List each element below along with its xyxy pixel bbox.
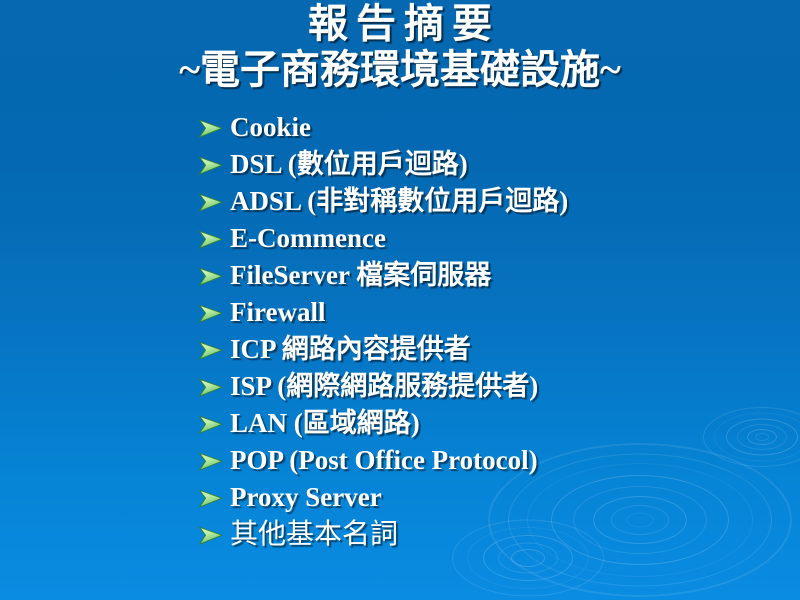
bullet-list: Cookie DSL (數位用戶迴路) ADSL (非對稱數位用戶迴路) E-C…	[196, 112, 796, 556]
list-item-label: ISP (網際網路服務提供者)	[230, 371, 539, 401]
list-item[interactable]: POP (Post Office Protocol)	[196, 445, 796, 482]
list-item[interactable]: Proxy Server	[196, 482, 796, 519]
arrow-bullet-icon	[196, 482, 230, 512]
list-item-label: Firewall	[230, 297, 326, 327]
list-item[interactable]: DSL (數位用戶迴路)	[196, 149, 796, 186]
list-item[interactable]: Cookie	[196, 112, 796, 149]
arrow-bullet-icon	[196, 334, 230, 364]
arrow-bullet-icon	[196, 149, 230, 179]
list-item-label: DSL (數位用戶迴路)	[230, 149, 468, 179]
list-item-label: ADSL (非對稱數位用戶迴路)	[230, 186, 569, 216]
list-item[interactable]: Firewall	[196, 297, 796, 334]
list-item[interactable]: LAN (區域網路)	[196, 408, 796, 445]
list-item-label: ICP 網路內容提供者	[230, 334, 471, 364]
list-item[interactable]: ADSL (非對稱數位用戶迴路)	[196, 186, 796, 223]
list-item-label: Proxy Server	[230, 482, 382, 512]
list-item-label: FileServer 檔案伺服器	[230, 260, 492, 290]
arrow-bullet-icon	[196, 112, 230, 142]
list-item-label: E-Commence	[230, 223, 386, 253]
list-item[interactable]: E-Commence	[196, 223, 796, 260]
slide-title-line-2: ~電子商務環境基礎設施~	[179, 46, 621, 92]
list-item-label: POP (Post Office Protocol)	[230, 445, 538, 475]
arrow-bullet-icon	[196, 260, 230, 290]
arrow-bullet-icon	[196, 186, 230, 216]
slide-title: 報告摘要 ~電子商務環境基礎設施~	[0, 1, 800, 92]
presentation-slide: 報告摘要 ~電子商務環境基礎設施~ Cookie DSL (數位用戶迴路) AD…	[0, 0, 800, 600]
arrow-bullet-icon	[196, 445, 230, 475]
list-item-label: Cookie	[230, 112, 311, 142]
list-item[interactable]: FileServer 檔案伺服器	[196, 260, 796, 297]
list-item[interactable]: 其他基本名詞	[196, 519, 796, 556]
arrow-bullet-icon	[196, 371, 230, 401]
arrow-bullet-icon	[196, 297, 230, 327]
slide-title-line-1: 報告摘要	[308, 1, 500, 46]
arrow-bullet-icon	[196, 519, 230, 549]
list-item-label: 其他基本名詞	[230, 519, 399, 550]
arrow-bullet-icon	[196, 408, 230, 438]
arrow-bullet-icon	[196, 223, 230, 253]
list-item[interactable]: ISP (網際網路服務提供者)	[196, 371, 796, 408]
list-item[interactable]: ICP 網路內容提供者	[196, 334, 796, 371]
list-item-label: LAN (區域網路)	[230, 408, 420, 438]
